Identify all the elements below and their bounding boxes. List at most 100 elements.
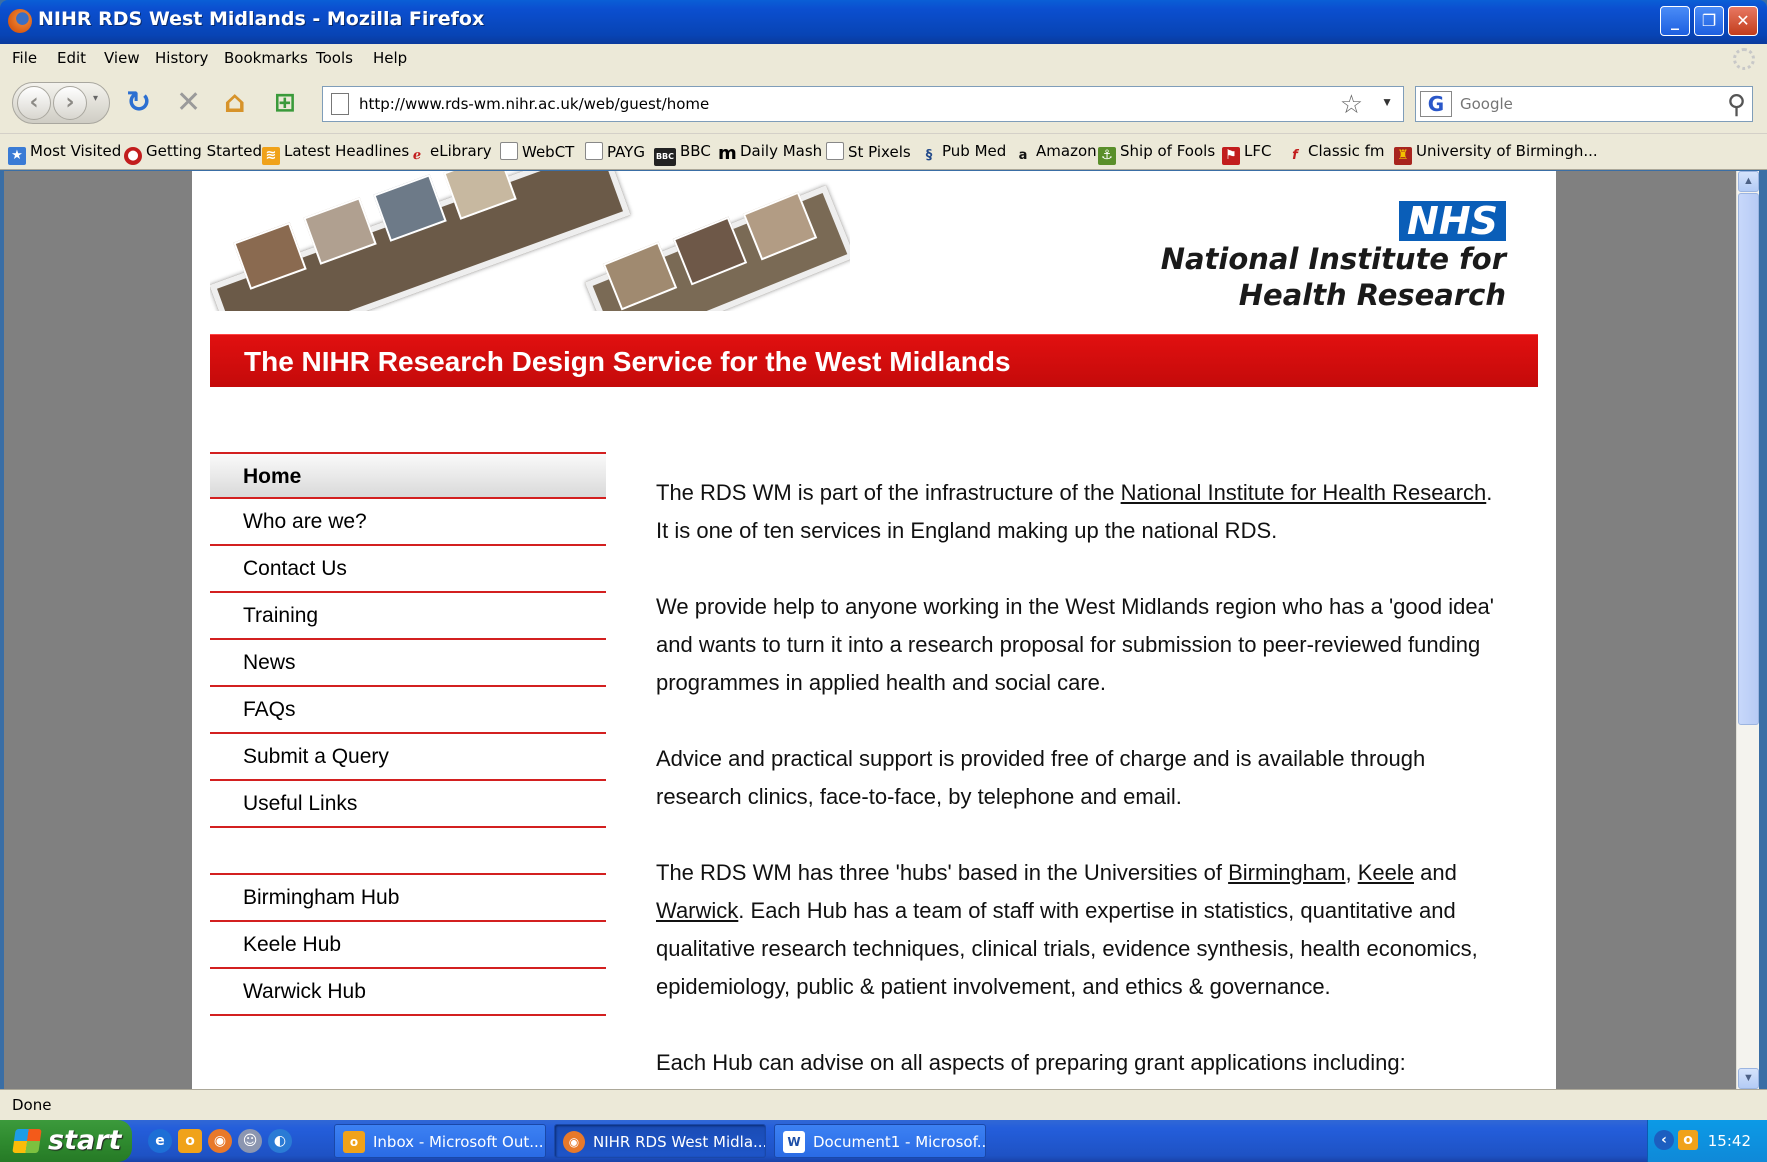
reload-icon[interactable]: ↻ xyxy=(126,86,151,120)
page-icon xyxy=(331,93,349,115)
menu-file[interactable]: File xyxy=(12,49,37,67)
m-icon: m xyxy=(718,143,737,164)
nav-useful-links[interactable]: Useful Links xyxy=(210,781,606,828)
scroll-up-arrow-icon[interactable]: ▲ xyxy=(1738,171,1759,192)
menu-bookmarks[interactable]: Bookmarks xyxy=(224,49,308,67)
amazon-icon: a xyxy=(1018,148,1028,163)
ship-icon: ⚓ xyxy=(1098,147,1116,165)
bookmark-pubmed[interactable]: § Pub Med xyxy=(920,142,1007,164)
star-folder-icon: ★ xyxy=(8,147,26,165)
rss-icon: ≋ xyxy=(262,147,280,165)
bookmark-ship-of-fools[interactable]: ⚓ Ship of Fools xyxy=(1098,142,1215,165)
classicfm-icon: f xyxy=(1292,148,1298,163)
close-button[interactable]: ✕ xyxy=(1728,6,1758,36)
menu-history[interactable]: History xyxy=(155,49,208,67)
outlook-task-icon: o xyxy=(343,1131,365,1153)
nav-divider xyxy=(210,828,606,875)
title-bar: NIHR RDS West Midlands - Mozilla Firefox… xyxy=(0,0,1767,44)
nav-faqs[interactable]: FAQs xyxy=(210,687,606,734)
task-word[interactable]: W Document1 - Microsof... xyxy=(774,1124,986,1158)
vertical-scrollbar[interactable]: ▲ ▼ xyxy=(1736,171,1759,1089)
bookmark-daily-mash[interactable]: m Daily Mash xyxy=(718,142,822,164)
nav-home[interactable]: Home xyxy=(210,452,606,499)
firefox-quicklaunch-icon[interactable]: ◉ xyxy=(208,1129,232,1153)
ie-icon[interactable]: e xyxy=(148,1129,172,1153)
left-navigation: Home Who are we? Contact Us Training New… xyxy=(210,452,606,1016)
nav-birmingham-hub[interactable]: Birmingham Hub xyxy=(210,875,606,922)
bookmark-classic-fm[interactable]: f Classic fm xyxy=(1286,142,1384,164)
bookmark-elibrary[interactable]: ℯ eLibrary xyxy=(408,142,492,164)
status-bar: Done xyxy=(0,1089,1767,1120)
lfc-icon: ⚑ xyxy=(1222,147,1240,165)
outlook-icon[interactable]: o xyxy=(178,1129,202,1153)
new-tab-icon[interactable]: ⊞ xyxy=(274,86,296,120)
forward-button[interactable]: › xyxy=(53,86,87,120)
bookmark-st-pixels[interactable]: St Pixels xyxy=(826,142,911,164)
url-dropdown-icon[interactable]: ▼ xyxy=(1381,95,1393,109)
minimize-button[interactable]: _ xyxy=(1660,6,1690,36)
keele-link[interactable]: Keele xyxy=(1358,860,1414,885)
messenger-icon[interactable]: ☺ xyxy=(238,1129,262,1153)
tray-expand-icon[interactable]: ‹ xyxy=(1654,1130,1674,1150)
nihr-name-line2: Health Research xyxy=(1238,278,1506,312)
nav-who-are-we[interactable]: Who are we? xyxy=(210,499,606,546)
back-button[interactable]: ‹ xyxy=(17,86,51,120)
tray-app-icon[interactable]: o xyxy=(1678,1130,1698,1150)
advice-paragraph: Advice and practical support is provided… xyxy=(656,746,1426,809)
stop-icon[interactable]: ✕ xyxy=(176,86,201,120)
nav-news[interactable]: News xyxy=(210,640,606,687)
page-heading: The NIHR Research Design Service for the… xyxy=(210,334,1538,387)
page-icon xyxy=(585,142,603,160)
nav-warwick-hub[interactable]: Warwick Hub xyxy=(210,969,606,1016)
help-paragraph: We provide help to anyone working in the… xyxy=(656,594,1494,695)
search-input[interactable] xyxy=(1460,91,1700,117)
bookmark-bbc[interactable]: BBC BBC xyxy=(654,142,711,166)
status-text: Done xyxy=(12,1096,52,1114)
bookmark-star-icon[interactable]: ☆ xyxy=(1340,89,1363,120)
bookmark-latest-headlines[interactable]: ≋ Latest Headlines xyxy=(262,142,409,165)
menu-view[interactable]: View xyxy=(104,49,140,67)
google-engine-icon[interactable]: G xyxy=(1420,91,1452,117)
page-icon xyxy=(826,142,844,160)
url-input[interactable] xyxy=(359,91,1319,117)
warwick-link[interactable]: Warwick xyxy=(656,898,738,923)
task-outlook[interactable]: o Inbox - Microsoft Out... xyxy=(334,1124,546,1158)
scroll-thumb[interactable] xyxy=(1738,193,1759,725)
menu-help[interactable]: Help xyxy=(373,49,407,67)
hubs-paragraph: The RDS WM has three 'hubs' based in the… xyxy=(656,860,1478,999)
start-button[interactable]: start xyxy=(0,1120,132,1162)
bbc-icon: BBC xyxy=(654,148,676,166)
search-icon[interactable]: ⚲ xyxy=(1727,89,1746,120)
crest-icon: ♜ xyxy=(1394,147,1412,165)
history-dropdown-icon[interactable]: ▾ xyxy=(93,93,98,104)
menu-edit[interactable]: Edit xyxy=(57,49,86,67)
nihr-link[interactable]: National Institute for Health Research xyxy=(1121,480,1487,505)
nav-contact-us[interactable]: Contact Us xyxy=(210,546,606,593)
home-icon[interactable]: ⌂ xyxy=(224,86,245,120)
url-bar[interactable]: ☆ ▼ xyxy=(322,86,1404,122)
page-icon xyxy=(500,142,518,160)
birmingham-link[interactable]: Birmingham xyxy=(1228,860,1345,885)
bookmark-webct[interactable]: WebCT xyxy=(500,142,574,164)
nav-keele-hub[interactable]: Keele Hub xyxy=(210,922,606,969)
menu-tools[interactable]: Tools xyxy=(316,49,353,67)
show-desktop-icon[interactable]: ◐ xyxy=(268,1129,292,1153)
firefox-task-icon: ◉ xyxy=(563,1131,585,1153)
pubmed-icon: § xyxy=(925,148,933,163)
bookmark-lfc[interactable]: ⚑ LFC xyxy=(1222,142,1271,165)
back-forward-group: ‹ › ▾ xyxy=(12,82,110,124)
task-firefox[interactable]: ◉ NIHR RDS West Midla... xyxy=(554,1124,766,1158)
nav-training[interactable]: Training xyxy=(210,593,606,640)
nav-submit-a-query[interactable]: Submit a Query xyxy=(210,734,606,781)
navigation-toolbar: ‹ › ▾ ↻ ✕ ⌂ ⊞ ☆ ▼ G ⚲ xyxy=(0,74,1767,134)
bookmark-amazon[interactable]: a Amazon xyxy=(1014,142,1097,164)
nihr-logo: NHS National Institute for Health Resear… xyxy=(1161,201,1506,313)
search-bar[interactable]: G ⚲ xyxy=(1415,86,1753,122)
restore-button[interactable]: ❐ xyxy=(1694,6,1724,36)
bookmark-payg[interactable]: PAYG xyxy=(585,142,645,164)
bookmark-university-of-birmingham[interactable]: ♜ University of Birmingh... xyxy=(1394,142,1598,165)
bookmark-most-visited[interactable]: ★ Most Visited xyxy=(8,142,121,165)
bookmark-getting-started[interactable]: ● Getting Started xyxy=(124,142,262,165)
scroll-down-arrow-icon[interactable]: ▼ xyxy=(1738,1068,1759,1089)
grant-advice-paragraph: Each Hub can advise on all aspects of pr… xyxy=(656,1050,1406,1075)
